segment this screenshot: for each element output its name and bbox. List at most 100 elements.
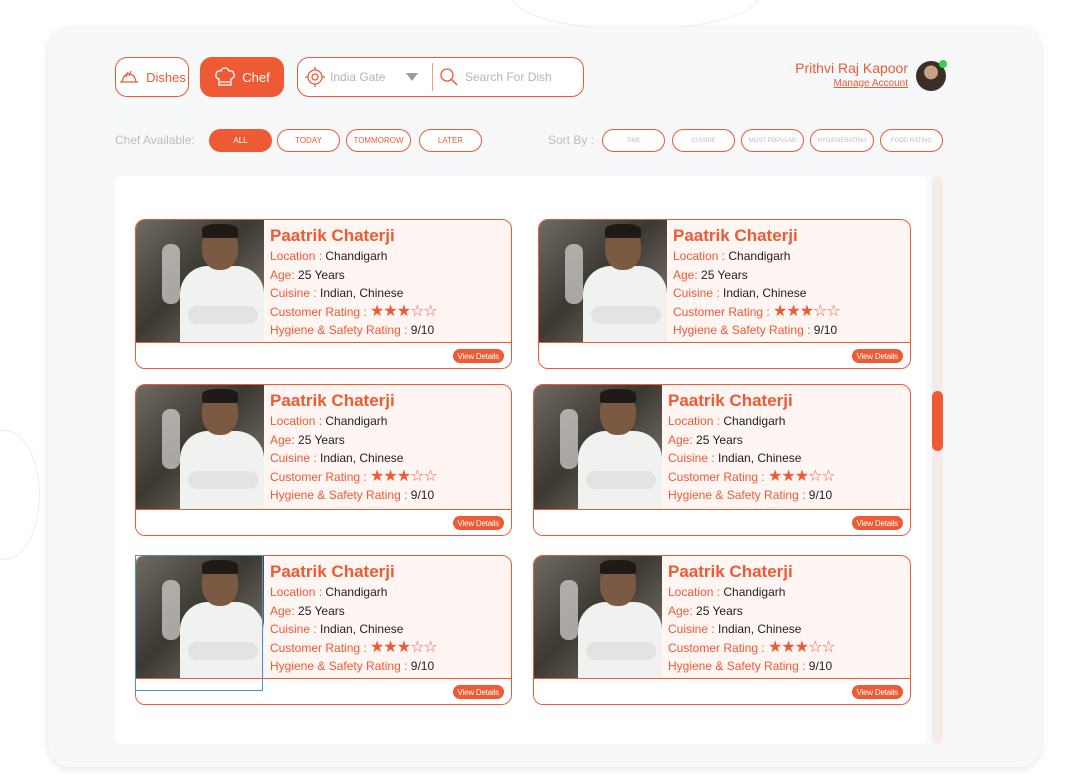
card-footer: View Details: [534, 509, 910, 535]
star-empty-icon: ☆: [808, 638, 822, 656]
filter-tommorow[interactable]: TOMMOROW: [346, 129, 411, 152]
hygiene-value: 9/10: [410, 488, 435, 502]
chef-card[interactable]: Paatrik Chaterji Location : Chandigarh A…: [533, 384, 911, 536]
chef-card[interactable]: Paatrik Chaterji Location : Chandigarh A…: [135, 384, 512, 536]
age-row: Age: 25 Years: [270, 602, 437, 621]
card-footer: View Details: [539, 342, 910, 368]
location-search-bar: India Gate: [297, 57, 584, 97]
star-empty-icon: ☆: [423, 638, 437, 656]
location-value: Chandigarh: [723, 585, 786, 599]
view-details-button[interactable]: View Details: [851, 516, 903, 530]
manage-account-link[interactable]: Manage Account: [795, 78, 909, 89]
location-row: Location : Chandigarh: [270, 247, 437, 266]
chef-card[interactable]: Paatrik Chaterji Location : Chandigarh A…: [538, 219, 911, 369]
user-info: Prithvi Raj Kapoor Manage Account: [795, 60, 908, 89]
photo-chef-hair: [202, 389, 238, 403]
chef-info: Paatrik Chaterji Location : Chandigarh A…: [673, 226, 841, 340]
search-input[interactable]: [465, 70, 575, 84]
cuisine-row: Cuisine : Indian, Chinese: [668, 449, 835, 468]
filter-all[interactable]: ALL: [209, 129, 272, 152]
photo-chef-arms: [188, 306, 258, 324]
filter-today[interactable]: TODAY: [277, 129, 340, 152]
view-details-button[interactable]: View Details: [851, 685, 903, 699]
view-details-button[interactable]: View Details: [452, 685, 504, 699]
view-details-button[interactable]: View Details: [452, 349, 504, 363]
age-row: Age: 25 Years: [673, 266, 840, 285]
cuisine-label: Cuisine :: [270, 451, 317, 465]
location-value: Chandigarh: [325, 585, 388, 599]
location-row: Location : Chandigarh: [668, 412, 835, 431]
cuisine-value: Indian, Chinese: [320, 622, 404, 636]
view-details-button[interactable]: View Details: [452, 516, 504, 530]
star-rating: ★★★☆☆: [773, 302, 841, 320]
sort-most-popular[interactable]: MOST POPULAR: [741, 129, 804, 152]
chef-card[interactable]: Paatrik Chaterji Location : Chandigarh A…: [135, 219, 512, 369]
star-empty-icon: ☆: [808, 467, 822, 485]
cuisine-value: Indian, Chinese: [320, 451, 404, 465]
chef-name: Paatrik Chaterji: [673, 226, 798, 245]
scrollbar-track[interactable]: [932, 176, 943, 744]
chef-info: Paatrik Chaterji Location : Chandigarh A…: [668, 391, 836, 505]
star-filled-icon: ★: [383, 638, 397, 656]
photo-chef-coat: [180, 431, 264, 509]
location-value: India Gate: [330, 70, 386, 84]
sort-food-rating[interactable]: FOOD RATING: [880, 129, 943, 152]
cuisine-label: Cuisine :: [673, 286, 720, 300]
hygiene-label: Hygiene & Safety Rating :: [270, 323, 408, 337]
chef-info: Paatrik Chaterji Location : Chandigarh A…: [270, 226, 438, 340]
star-empty-icon: ☆: [423, 467, 437, 485]
photo-chef-coat: [578, 431, 662, 509]
age-label: Age:: [270, 267, 295, 282]
star-empty-icon: ☆: [821, 467, 835, 485]
chef-name: Paatrik Chaterji: [270, 562, 395, 581]
chef-label: Chef: [242, 69, 270, 85]
sort-cuisine[interactable]: CUISINE: [672, 129, 735, 152]
dishes-button[interactable]: Dishes: [115, 57, 189, 97]
photo-chef-hair: [202, 560, 238, 574]
filter-later[interactable]: LATER: [419, 129, 482, 152]
chef-card[interactable]: Paatrik Chaterji Location : Chandigarh A…: [533, 555, 911, 705]
online-status-icon: [939, 60, 947, 68]
location-label: Location :: [668, 414, 721, 428]
rating-label: Customer Rating :: [270, 640, 367, 655]
location-label: Location :: [270, 585, 323, 599]
rating-row: Customer Rating : ★★★☆☆: [270, 638, 438, 658]
cuisine-row: Cuisine : Indian, Chinese: [270, 449, 437, 468]
chef-photo: [534, 385, 662, 509]
location-row: Location : Chandigarh: [270, 583, 437, 602]
star-filled-icon: ★: [370, 638, 384, 656]
photo-chef-hair: [202, 224, 238, 238]
age-value: 25 Years: [696, 432, 743, 447]
rating-label: Customer Rating :: [668, 469, 765, 484]
hygiene-label: Hygiene & Safety Rating :: [673, 323, 811, 337]
scrollbar-thumb[interactable]: [932, 391, 943, 451]
star-filled-icon: ★: [781, 467, 795, 485]
chef-button[interactable]: Chef: [200, 57, 284, 97]
view-details-button[interactable]: View Details: [851, 349, 903, 363]
age-value: 25 Years: [696, 603, 743, 618]
age-row: Age: 25 Years: [270, 266, 437, 285]
sort-hygiene-rating[interactable]: HYGIENERATING: [810, 129, 874, 152]
star-filled-icon: ★: [773, 302, 787, 320]
chef-card[interactable]: Paatrik Chaterji Location : Chandigarh A…: [135, 555, 512, 705]
photo-chef-arms: [188, 642, 258, 660]
age-value: 25 Years: [701, 267, 748, 282]
photo-chef-coat: [583, 266, 667, 344]
photo-background-figure: [560, 409, 578, 469]
photo-chef-arms: [586, 471, 656, 489]
photo-background-figure: [560, 580, 578, 640]
star-filled-icon: ★: [383, 467, 397, 485]
location-select[interactable]: India Gate: [298, 58, 432, 96]
star-filled-icon: ★: [794, 638, 809, 656]
sort-time[interactable]: TIME: [602, 129, 665, 152]
cuisine-row: Cuisine : Indian, Chinese: [270, 620, 437, 639]
hygiene-label: Hygiene & Safety Rating :: [668, 659, 806, 673]
star-filled-icon: ★: [799, 302, 814, 320]
photo-chef-arms: [586, 642, 656, 660]
card-footer: View Details: [136, 342, 511, 368]
cuisine-row: Cuisine : Indian, Chinese: [668, 620, 835, 639]
star-filled-icon: ★: [768, 467, 782, 485]
star-empty-icon: ☆: [821, 638, 835, 656]
cuisine-value: Indian, Chinese: [718, 622, 802, 636]
location-value: Chandigarh: [728, 249, 791, 263]
